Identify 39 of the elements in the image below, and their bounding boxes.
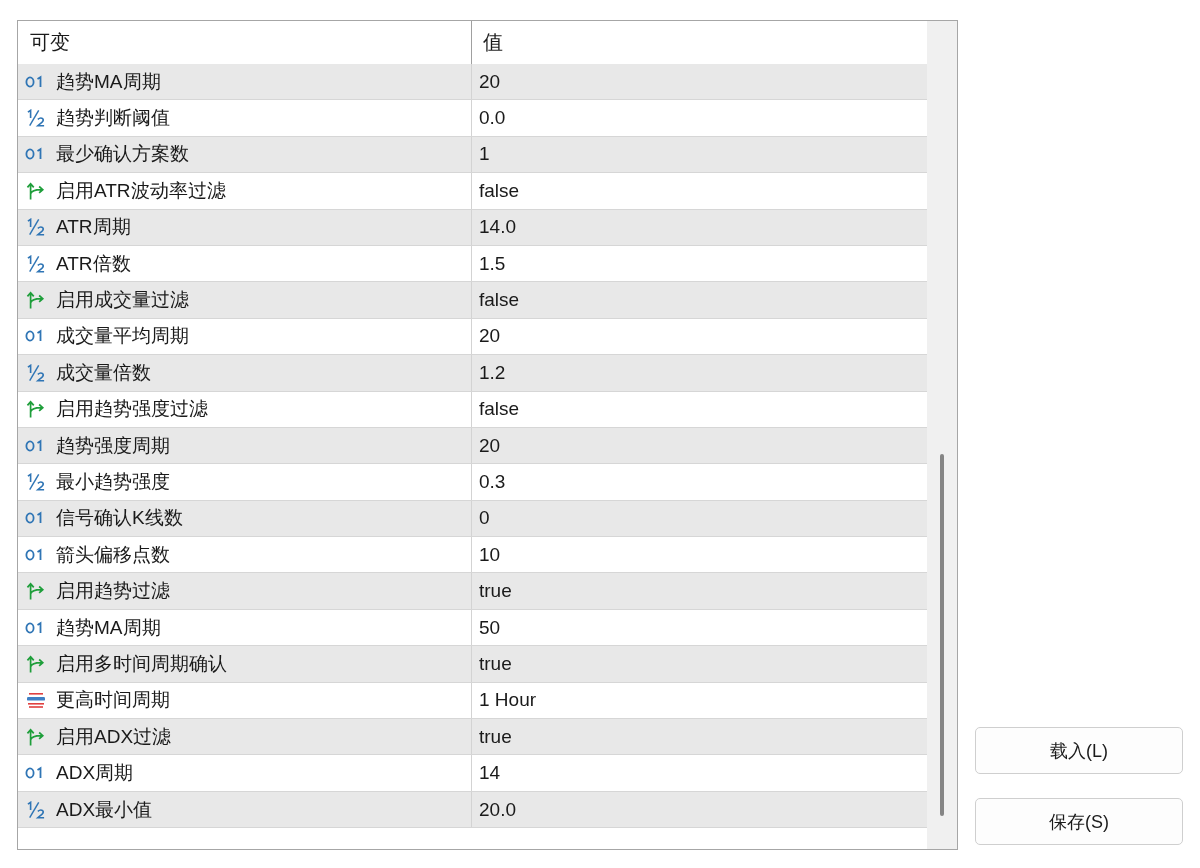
fraction-icon: [25, 800, 47, 819]
parameter-name: 信号确认K线数: [56, 506, 183, 531]
parameter-name: 启用成交量过滤: [56, 288, 189, 313]
branch-arrow-icon: [25, 400, 47, 419]
parameter-name: 启用趋势强度过滤: [56, 397, 208, 422]
dialog-button[interactable]: 保存(S): [975, 798, 1183, 845]
parameter-name: 趋势MA周期: [56, 615, 161, 640]
fraction-icon: [25, 218, 47, 237]
scrollbar[interactable]: [927, 21, 957, 849]
parameter-name: ADX周期: [56, 761, 134, 786]
parameter-name: 启用趋势过滤: [56, 579, 170, 604]
parameter-name: 成交量倍数: [56, 360, 151, 385]
column-header: 可变: [29, 30, 71, 55]
dialog-button[interactable]: 载入(L): [975, 727, 1183, 774]
fraction-icon: [25, 109, 47, 128]
list-lines-icon: [25, 691, 47, 710]
fraction-icon: [25, 473, 47, 491]
parameter-name: 最小趋势强度: [56, 470, 170, 494]
parameter-name: 箭头偏移点数: [56, 542, 170, 567]
parameter-name: 趋势MA周期: [56, 69, 161, 94]
fraction-icon: [25, 254, 47, 273]
branch-arrow-icon: [25, 582, 47, 601]
scrollbar-thumb[interactable]: [940, 454, 944, 816]
branch-arrow-icon: [25, 181, 47, 200]
parameter-name: 趋势强度周期: [56, 433, 170, 458]
parameter-name: 趋势判断阈值: [56, 106, 170, 131]
parameter-name: ATR周期: [56, 215, 131, 240]
parameter-name: 最少确认方案数: [56, 142, 189, 167]
parameter-name: 启用多时间周期确认: [56, 651, 227, 676]
parameter-name: 更高时间周期: [56, 688, 170, 713]
fraction-icon: [25, 363, 47, 382]
parameter-name: 启用ADX过滤: [56, 724, 172, 749]
branch-arrow-icon: [25, 727, 47, 746]
parameter-name: ADX最小值: [56, 797, 153, 822]
branch-arrow-icon: [25, 291, 47, 310]
parameter-name: ATR倍数: [56, 251, 131, 276]
branch-arrow-icon: [25, 654, 47, 673]
parameter-name: 成交量平均周期: [56, 324, 189, 349]
parameter-name: 启用ATR波动率过滤: [56, 178, 226, 203]
